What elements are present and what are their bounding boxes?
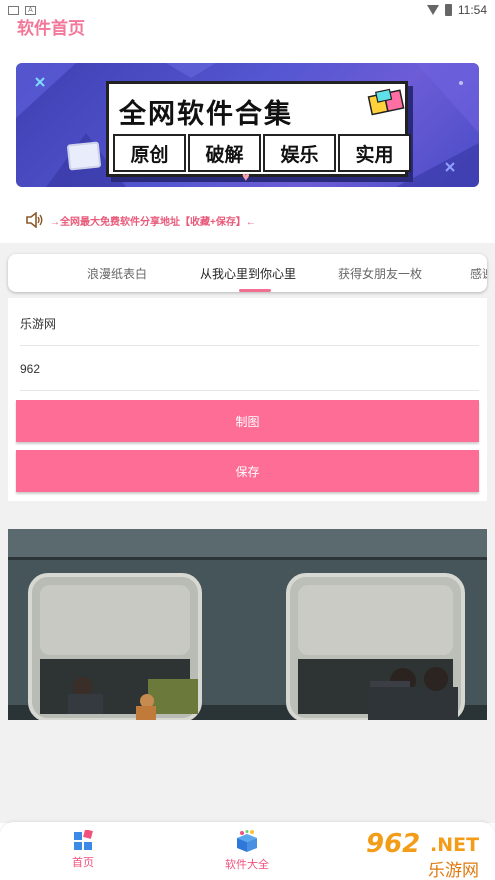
- nav-home[interactable]: 首页: [43, 830, 123, 870]
- page-title: 软件首页: [17, 19, 85, 38]
- make-image-button[interactable]: 制图: [16, 400, 479, 442]
- status-time: 11:54: [457, 3, 487, 17]
- watermark-site: 乐游网: [428, 861, 479, 880]
- save-button[interactable]: 保存: [16, 450, 479, 492]
- text-field-1[interactable]: 乐游网: [20, 302, 479, 346]
- banner-sub-item: 娱乐: [263, 134, 336, 172]
- nav-software-label: 软件大全: [225, 859, 269, 871]
- banner-sub-item: 实用: [338, 134, 411, 172]
- wifi-icon: [426, 5, 439, 15]
- train-windows-image: [8, 529, 487, 720]
- tab-heart-to-heart[interactable]: 从我心里到你心里: [200, 254, 296, 292]
- speaker-icon: [26, 212, 43, 228]
- battery-icon: [444, 4, 452, 16]
- text-field-2[interactable]: 962: [20, 347, 479, 391]
- template-tabs: 浪漫纸表白 从我心里到你心里 获得女朋友一枚 感谢: [8, 254, 487, 292]
- gift-box-icon: [237, 830, 257, 852]
- banner-card: 全网软件合集 原创 破解 娱乐 实用: [106, 81, 411, 177]
- tablet-icon: [66, 141, 102, 171]
- heart-icon: ♥: [242, 169, 250, 184]
- tab-thanks[interactable]: 感谢: [470, 254, 487, 292]
- watermark-number: 962: [366, 829, 421, 859]
- tab-girlfriend[interactable]: 获得女朋友一枚: [338, 254, 422, 292]
- banner-sub-row: 原创 破解 娱乐 实用: [113, 134, 413, 172]
- notice-text: →全网最大免费软件分享地址【收藏+保存】←: [50, 216, 256, 228]
- nav-software[interactable]: 软件大全: [207, 830, 287, 872]
- promo-banner[interactable]: 全网软件合集 原创 破解 娱乐 实用 ♥: [16, 63, 479, 187]
- banner-main-text: 全网软件合集: [119, 99, 293, 130]
- nav-home-label: 首页: [72, 857, 94, 869]
- active-tab-indicator: [239, 289, 271, 292]
- banner-sub-item: 原创: [113, 134, 186, 172]
- notice-bar[interactable]: →全网最大免费软件分享地址【收藏+保存】←: [26, 212, 256, 228]
- banner-sub-item: 破解: [188, 134, 261, 172]
- site-watermark: 962 .NET 乐游网: [360, 826, 495, 880]
- home-grid-icon: [74, 830, 93, 850]
- preview-image: [8, 529, 487, 720]
- tab-romantic[interactable]: 浪漫纸表白: [87, 254, 147, 292]
- watermark-net: .NET: [430, 834, 480, 856]
